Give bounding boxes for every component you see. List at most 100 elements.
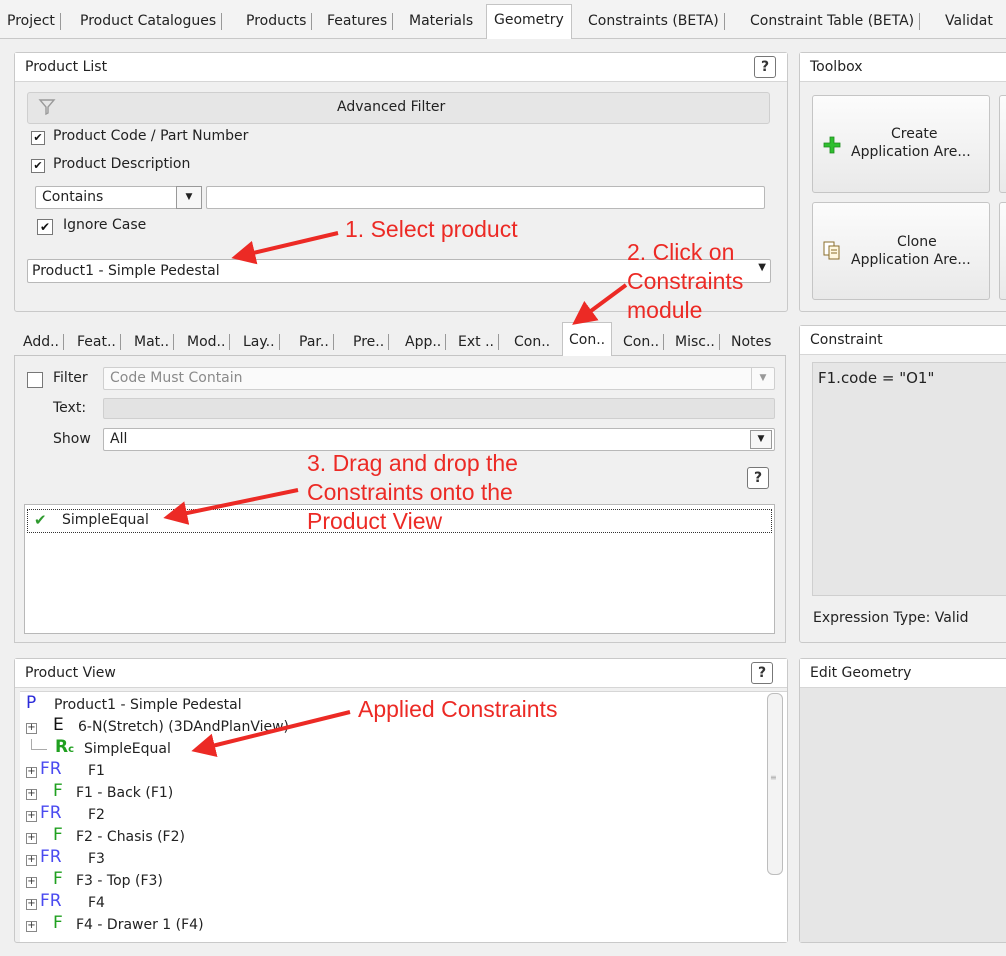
tree-node-label: F3 - Top (F3) <box>76 873 163 889</box>
expand-icon[interactable]: + <box>26 921 37 932</box>
annotation-click-line2: Constraints <box>627 268 744 294</box>
menu-tab-product-catalogues[interactable]: Product Catalogues <box>80 8 223 34</box>
product-description-checkbox[interactable]: ✔ <box>31 159 45 173</box>
module-tab-constraints[interactable]: Con.. <box>562 322 613 357</box>
module-tab-parameters[interactable]: Par.. <box>299 330 334 354</box>
expand-icon[interactable]: + <box>26 811 37 822</box>
expand-icon[interactable]: + <box>26 855 37 866</box>
chevron-down-icon[interactable]: ▼ <box>758 262 766 273</box>
expand-icon[interactable]: + <box>26 723 37 734</box>
menu-tab-validation[interactable]: Validat <box>945 8 993 34</box>
menu-tab-materials[interactable]: Materials <box>409 8 473 34</box>
filter-code-placeholder: Code Must Contain <box>110 370 243 386</box>
toolbox-panel: Toolbox Create Application Are... Clone … <box>799 52 1006 312</box>
tree-node-label: Product1 - Simple Pedestal <box>54 697 242 713</box>
chevron-down-icon[interactable]: ▼ <box>176 186 202 209</box>
expand-icon[interactable]: + <box>26 767 37 778</box>
menu-tab-project[interactable]: Project <box>7 8 61 34</box>
tree-node-label: F2 - Chasis (F2) <box>76 829 185 845</box>
constraint-title: Constraint <box>810 332 883 348</box>
filter-checkbox[interactable] <box>27 372 43 388</box>
menu-tab-features[interactable]: Features <box>327 8 394 34</box>
chevron-down-icon[interactable]: ▼ <box>751 368 774 389</box>
toolbox-title: Toolbox <box>810 59 863 75</box>
feature-ref-type-icon: FR <box>40 759 62 779</box>
menu-tab-geometry[interactable]: Geometry <box>486 4 572 39</box>
module-tab-misc[interactable]: Misc.. <box>675 330 720 354</box>
clone-button-line2: Application Are... <box>851 252 971 268</box>
match-mode-select[interactable]: Contains ▼ <box>35 186 202 209</box>
edit-geometry-area <box>800 688 1006 942</box>
text-label: Text: <box>53 400 87 416</box>
text-input[interactable] <box>103 398 775 419</box>
advanced-filter-button[interactable]: Advanced Filter <box>27 92 770 124</box>
filter-code-input[interactable]: Code Must Contain ▼ <box>103 367 775 390</box>
constraint-expression-editor[interactable]: F1.code = "O1" <box>812 362 1006 596</box>
feature-ref-type-icon: FR <box>40 847 62 867</box>
edit-geometry-title: Edit Geometry <box>810 665 912 681</box>
menu-tab-constraints[interactable]: Constraints (BETA) <box>588 8 725 34</box>
chevron-down-icon[interactable]: ▼ <box>750 430 772 449</box>
tree-node-label: F4 - Drawer 1 (F4) <box>76 917 204 933</box>
create-button-line2: Application Are... <box>851 144 971 160</box>
annotation-select-product: 1. Select product <box>345 216 518 242</box>
constraints-help-button[interactable]: ? <box>747 467 769 489</box>
annotation-applied-constraints: Applied Constraints <box>358 696 558 722</box>
menu-tab-constraint-table[interactable]: Constraint Table (BETA) <box>750 8 921 34</box>
expand-icon[interactable]: + <box>26 899 37 910</box>
expand-icon[interactable]: + <box>26 877 37 888</box>
tree-node-label: F3 <box>88 851 105 867</box>
product-list-title: Product List <box>25 59 108 75</box>
module-tab-application[interactable]: App.. <box>405 330 447 354</box>
create-application-area-button[interactable]: Create Application Are... <box>812 95 990 193</box>
expression-type: Expression Type: Valid <box>813 610 969 626</box>
element-type-icon: E <box>53 715 64 735</box>
module-tab-con-3[interactable]: Con.. <box>623 330 665 354</box>
edit-geometry-header: Edit Geometry <box>800 659 1006 688</box>
main-menu-bar: Project Product Catalogues Products Feat… <box>0 0 1006 39</box>
module-tab-layers[interactable]: Lay.. <box>243 330 280 354</box>
product-list-help-button[interactable]: ? <box>754 56 776 78</box>
expand-icon[interactable]: + <box>26 789 37 800</box>
module-tab-notes[interactable]: Notes <box>731 330 771 354</box>
constraint-item-label: SimpleEqual <box>62 512 149 528</box>
tree-node-label: F4 <box>88 895 105 911</box>
feature-type-icon: F <box>53 825 63 845</box>
module-tab-materials[interactable]: Mat.. <box>134 330 175 354</box>
ignore-case-checkbox[interactable]: ✔ <box>37 219 53 235</box>
toolbox-next-button[interactable] <box>999 95 1006 193</box>
annotation-drag-line3: Product View <box>307 508 443 534</box>
product-description-label: Product Description <box>53 156 191 172</box>
check-icon: ✔ <box>34 511 47 529</box>
toolbox-next-button-2[interactable] <box>999 202 1006 300</box>
clone-button-line1: Clone <box>897 234 937 250</box>
toolbox-header: Toolbox <box>800 53 1006 82</box>
product-code-checkbox[interactable]: ✔ <box>31 131 45 145</box>
annotation-drag-line2: Constraints onto the <box>307 479 513 505</box>
plus-icon <box>823 136 841 154</box>
product-code-label: Product Code / Part Number <box>53 128 249 144</box>
annotation-click-line1: 2. Click on <box>627 239 735 265</box>
tree-scrollbar[interactable]: ≡ <box>767 693 783 875</box>
menu-tab-products[interactable]: Products <box>246 8 313 34</box>
tree-node-label: SimpleEqual <box>84 741 171 757</box>
product-view-help-button[interactable]: ? <box>751 662 773 684</box>
feature-type-icon: F <box>53 913 63 933</box>
product-type-icon: P <box>26 693 37 713</box>
show-select[interactable]: All ▼ <box>103 428 775 451</box>
module-tab-models[interactable]: Mod.. <box>187 330 231 354</box>
clone-application-area-button[interactable]: Clone Application Are... <box>812 202 990 300</box>
expand-icon[interactable]: + <box>26 833 37 844</box>
scrollbar-grip-icon: ≡ <box>770 773 777 782</box>
show-label: Show <box>53 431 91 447</box>
module-tab-presentation[interactable]: Pre.. <box>353 330 390 354</box>
constraint-header: Constraint <box>800 326 1006 355</box>
module-tab-con-1[interactable]: Con.. <box>514 330 550 354</box>
feature-ref-type-icon: FR <box>40 803 62 823</box>
search-input[interactable] <box>206 186 765 209</box>
constraint-panel: Constraint F1.code = "O1" Expression Typ… <box>799 325 1006 643</box>
filter-icon <box>38 99 56 116</box>
module-tab-ext[interactable]: Ext .. <box>458 330 499 354</box>
module-tab-add[interactable]: Add.. <box>23 330 65 354</box>
module-tab-features[interactable]: Feat.. <box>77 330 121 354</box>
